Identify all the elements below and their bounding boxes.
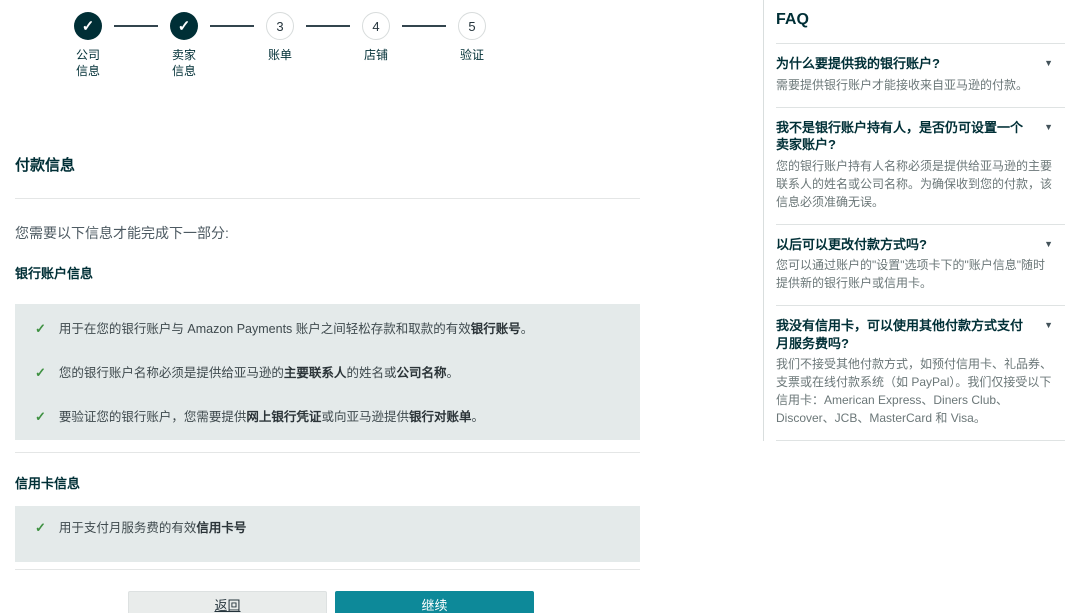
registration-page: ✓公司 信息✓卖家 信息3账单4店铺5验证 付款信息 您需要以下信息才能完成下一… [0,0,1080,613]
step-number: 3 [266,12,294,40]
check-icon: ✓ [35,409,46,425]
step-connector [210,25,254,27]
step-label: 验证 [446,47,498,63]
progress-stepper: ✓公司 信息✓卖家 信息3账单4店铺5验证 [74,12,486,79]
page-title: 付款信息 [15,156,640,176]
intro-text: 您需要以下信息才能完成下一部分: [15,223,640,243]
step-check-icon: ✓ [74,12,102,40]
checklist-item-text: 用于在您的银行账户与 Amazon Payments 账户之间轻松存款和取款的有… [59,321,533,337]
step-number: 4 [362,12,390,40]
faq-item: 我不是银行账户持有人，是否仍可设置一个卖家账户? ▼ 您的银行账户持有人名称必须是提… [776,108,1065,225]
step-billing: 3账单 [266,12,294,63]
faq-question: 以后可以更改付款方式吗? [776,236,1032,254]
step-label: 公司 信息 [62,47,114,79]
faq-question-row[interactable]: 我不是银行账户持有人，是否仍可设置一个卖家账户? ▼ [776,119,1065,154]
faq-answer: 您的银行账户持有人名称必须是提供给亚马逊的主要联系人的姓名或公司名称。为确保收到… [776,157,1065,211]
checklist-item-text: 用于支付月服务费的有效信用卡号 [59,520,247,536]
step-number: 5 [458,12,486,40]
check-icon: ✓ [35,321,46,337]
faq-panel: FAQ 为什么要提供我的银行账户? ▼ 需要提供银行账户才能接收来自亚马逊的付款。我… [763,0,1065,441]
faq-item: 为什么要提供我的银行账户? ▼ 需要提供银行账户才能接收来自亚马逊的付款。 [776,44,1065,108]
faq-question: 我没有信用卡，可以使用其他付款方式支付月服务费吗? [776,317,1032,352]
check-icon: ✓ [35,365,46,381]
faq-question: 为什么要提供我的银行账户? [776,55,1032,73]
bank-checklist-panel: ✓ 用于在您的银行账户与 Amazon Payments 账户之间轻松存款和取款的… [15,304,640,440]
faq-item: 以后可以更改付款方式吗? ▼ 您可以通过账户的"设置"选项卡下的"账户信息"随时提供… [776,225,1065,307]
checklist-item-text: 您的银行账户名称必须是提供给亚马逊的主要联系人的姓名或公司名称。 [59,365,459,381]
step-label: 卖家 信息 [158,47,210,79]
step-connector [402,25,446,27]
continue-button[interactable]: 继续 [335,591,534,613]
step-label: 账单 [254,47,306,63]
faq-title: FAQ [776,10,1065,44]
faq-answer: 我们不接受其他付款方式，如预付信用卡、礼品券、支票或在线付款系统（如 PayPa… [776,355,1065,427]
card-section-heading: 信用卡信息 [15,473,640,492]
faq-question-row[interactable]: 为什么要提供我的银行账户? ▼ [776,55,1065,73]
faq-question-row[interactable]: 以后可以更改付款方式吗? ▼ [776,236,1065,254]
faq-answer: 您可以通过账户的"设置"选项卡下的"账户信息"随时提供新的银行账户或信用卡。 [776,256,1065,292]
step-seller-info: ✓卖家 信息 [170,12,198,79]
faq-question: 我不是银行账户持有人，是否仍可设置一个卖家账户? [776,119,1032,154]
faq-answer: 需要提供银行账户才能接收来自亚马逊的付款。 [776,76,1065,94]
step-connector [306,25,350,27]
check-icon: ✓ [35,520,46,536]
divider [15,452,640,453]
chevron-down-icon[interactable]: ▼ [1044,239,1053,249]
divider [15,198,640,199]
bank-section-heading: 银行账户信息 [15,263,640,282]
main-content: 付款信息 您需要以下信息才能完成下一部分: 银行账户信息 ✓ 用于在您的银行账户与… [15,150,640,613]
checklist-item: ✓ 您的银行账户名称必须是提供给亚马逊的主要联系人的姓名或公司名称。 [35,365,620,381]
back-button[interactable]: 返回 [128,591,327,613]
button-row: 返回 继续 [128,591,640,613]
step-label: 店铺 [350,47,402,63]
step-verification: 5验证 [458,12,486,63]
checklist-item: ✓ 要验证您的银行账户，您需要提供网上银行凭证或向亚马逊提供银行对账单。 [35,409,620,425]
card-checklist-panel: ✓ 用于支付月服务费的有效信用卡号 [15,506,640,562]
checklist-item: ✓ 用于在您的银行账户与 Amazon Payments 账户之间轻松存款和取款的… [35,321,620,337]
faq-item: 我没有信用卡，可以使用其他付款方式支付月服务费吗? ▼ 我们不接受其他付款方式，如预… [776,306,1065,441]
chevron-down-icon[interactable]: ▼ [1044,320,1053,330]
checklist-item: ✓ 用于支付月服务费的有效信用卡号 [35,520,620,536]
divider [15,569,640,570]
step-connector [114,25,158,27]
faq-question-row[interactable]: 我没有信用卡，可以使用其他付款方式支付月服务费吗? ▼ [776,317,1065,352]
faq-list: 为什么要提供我的银行账户? ▼ 需要提供银行账户才能接收来自亚马逊的付款。我不是银行… [776,44,1065,441]
step-store: 4店铺 [362,12,390,63]
step-check-icon: ✓ [170,12,198,40]
chevron-down-icon[interactable]: ▼ [1044,58,1053,68]
checklist-item-text: 要验证您的银行账户，您需要提供网上银行凭证或向亚马逊提供银行对账单。 [59,409,484,425]
step-company-info: ✓公司 信息 [74,12,102,79]
chevron-down-icon[interactable]: ▼ [1044,122,1053,132]
